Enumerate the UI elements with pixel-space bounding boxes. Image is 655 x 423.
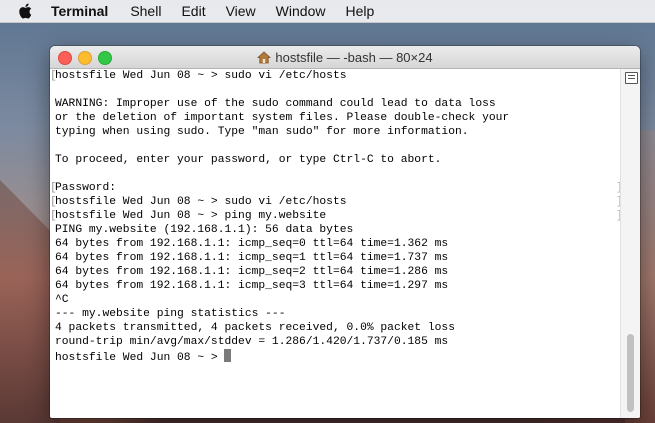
line-text: hostsfile Wed Jun 08 ~ > sudo vi /etc/ho… xyxy=(55,196,347,208)
terminal-line: [hostsfile Wed Jun 08 ~ > sudo vi /etc/h… xyxy=(50,195,623,209)
mark-bracket: [ xyxy=(50,182,57,194)
terminal-line: [Password:] xyxy=(50,181,623,195)
menu-terminal[interactable]: Terminal xyxy=(51,3,108,19)
line-text: 64 bytes from 192.168.1.1: icmp_seq=1 tt… xyxy=(55,252,449,264)
terminal-line: 64 bytes from 192.168.1.1: icmp_seq=1 tt… xyxy=(50,251,620,265)
terminal-line: typing when using sudo. Type "man sudo" … xyxy=(50,125,620,139)
prompt-text: hostsfile Wed Jun 08 ~ > xyxy=(55,352,225,364)
terminal-line: ^C xyxy=(50,293,620,307)
menu-view[interactable]: View xyxy=(226,3,256,19)
minimize-button[interactable] xyxy=(78,51,92,65)
terminal-line: 4 packets transmitted, 4 packets receive… xyxy=(50,321,620,335)
line-text: hostsfile Wed Jun 08 ~ > ping my.website xyxy=(55,210,327,222)
scrollbar-thumb[interactable] xyxy=(627,334,634,412)
terminal-line: 64 bytes from 192.168.1.1: icmp_seq=2 tt… xyxy=(50,265,620,279)
marks-list-icon[interactable] xyxy=(625,72,638,84)
line-text: WARNING: Improper use of the sudo comman… xyxy=(55,98,496,110)
line-text: Password: xyxy=(55,182,117,194)
window-title-text: hostsfile — -bash — 80×24 xyxy=(275,49,433,65)
line-text: 4 packets transmitted, 4 packets receive… xyxy=(55,322,455,334)
close-button[interactable] xyxy=(58,51,72,65)
menu-help[interactable]: Help xyxy=(345,3,374,19)
terminal-line: [hostsfile Wed Jun 08 ~ > ping my.websit… xyxy=(50,209,623,223)
line-text: 64 bytes from 192.168.1.1: icmp_seq=2 tt… xyxy=(55,266,449,278)
line-text: hostsfile Wed Jun 08 ~ > sudo vi /etc/ho… xyxy=(55,70,347,82)
terminal-line: [hostsfile Wed Jun 08 ~ > sudo vi /etc/h… xyxy=(50,69,620,83)
menu-shell[interactable]: Shell xyxy=(130,3,161,19)
terminal-window: hostsfile — -bash — 80×24 [hostsfile Wed… xyxy=(50,46,640,418)
terminal-output[interactable]: [hostsfile Wed Jun 08 ~ > sudo vi /etc/h… xyxy=(50,69,623,418)
mark-bracket: [ xyxy=(50,196,57,208)
line-text: --- my.website ping statistics --- xyxy=(55,308,286,320)
home-icon xyxy=(257,50,272,64)
terminal-line: WARNING: Improper use of the sudo comman… xyxy=(50,97,620,111)
zoom-button[interactable] xyxy=(98,51,112,65)
window-titlebar[interactable]: hostsfile — -bash — 80×24 xyxy=(50,46,640,69)
terminal-line: 64 bytes from 192.168.1.1: icmp_seq=3 tt… xyxy=(50,279,620,293)
line-text: ^C xyxy=(55,294,69,306)
text-cursor xyxy=(224,349,232,362)
terminal-line: PING my.website (192.168.1.1): 56 data b… xyxy=(50,223,620,237)
terminal-line: round-trip min/avg/max/stddev = 1.286/1.… xyxy=(50,335,620,349)
line-text: or the deletion of important system file… xyxy=(55,112,510,124)
terminal-prompt-line: hostsfile Wed Jun 08 ~ > xyxy=(50,349,620,364)
line-text: 64 bytes from 192.168.1.1: icmp_seq=3 tt… xyxy=(55,280,449,292)
mark-bracket: [ xyxy=(50,70,57,82)
line-text: round-trip min/avg/max/stddev = 1.286/1.… xyxy=(55,336,449,348)
line-text: 64 bytes from 192.168.1.1: icmp_seq=0 tt… xyxy=(55,238,449,250)
menu-bar: Terminal Shell Edit View Window Help xyxy=(0,0,655,23)
terminal-line: or the deletion of important system file… xyxy=(50,111,620,125)
terminal-line: --- my.website ping statistics --- xyxy=(50,307,620,321)
window-title: hostsfile — -bash — 80×24 xyxy=(257,49,433,65)
terminal-line: 64 bytes from 192.168.1.1: icmp_seq=0 tt… xyxy=(50,237,620,251)
menu-edit[interactable]: Edit xyxy=(181,3,205,19)
scrollbar[interactable] xyxy=(620,69,640,418)
line-text: typing when using sudo. Type "man sudo" … xyxy=(55,126,469,138)
line-text: To proceed, enter your password, or type… xyxy=(55,154,442,166)
terminal-line: To proceed, enter your password, or type… xyxy=(50,153,620,167)
line-text: PING my.website (192.168.1.1): 56 data b… xyxy=(55,224,354,236)
apple-logo-icon[interactable] xyxy=(16,2,34,20)
menu-window[interactable]: Window xyxy=(276,3,326,19)
mark-bracket: [ xyxy=(50,210,57,222)
